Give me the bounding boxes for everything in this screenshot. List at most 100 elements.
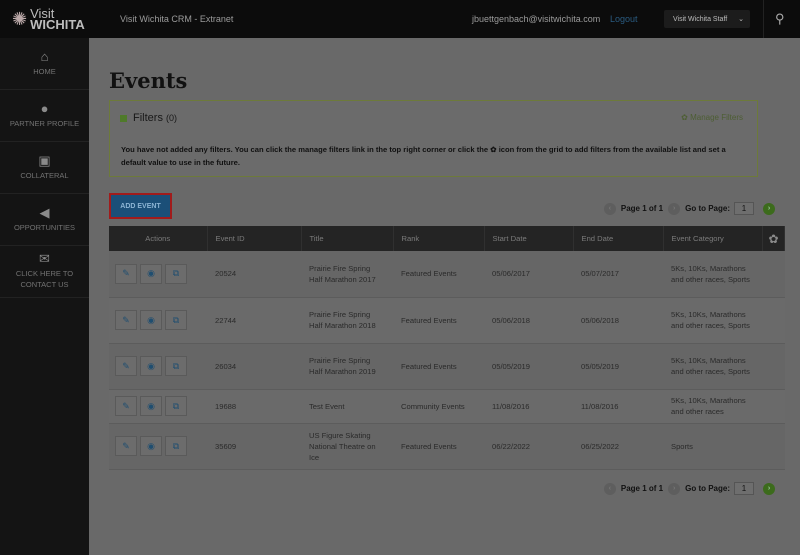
- copy-icon[interactable]: ⧉: [165, 396, 187, 416]
- view-icon[interactable]: ◉: [140, 436, 162, 456]
- col-rank[interactable]: Rank: [393, 226, 485, 251]
- prev-page-button[interactable]: ‹: [603, 482, 616, 495]
- event-category: 5Ks, 10Ks, Marathons and other races, Sp…: [663, 297, 785, 344]
- event-id: 22744: [207, 297, 301, 344]
- edit-icon[interactable]: ✎: [115, 396, 137, 416]
- goto-page-input[interactable]: 1: [734, 482, 754, 495]
- copy-icon[interactable]: ⧉: [165, 436, 187, 456]
- event-id: 20524: [207, 251, 301, 298]
- event-id: 26034: [207, 343, 301, 390]
- user-email: jbuettgenbach@visitwichita.com: [472, 14, 601, 24]
- zia-sun-icon: ✺: [12, 8, 28, 29]
- chevron-down-icon: ⌄: [738, 16, 744, 23]
- event-id: 19688: [207, 389, 301, 424]
- search-icon[interactable]: ⚲: [775, 11, 785, 27]
- event-category: 5Ks, 10Ks, Marathons and other races: [663, 389, 785, 424]
- view-icon[interactable]: ◉: [140, 263, 162, 284]
- go-button[interactable]: ›: [763, 202, 775, 215]
- edit-icon[interactable]: ✎: [115, 310, 137, 330]
- col-event-id[interactable]: Event ID: [207, 226, 302, 251]
- event-title: US Figure Skating National Theatre on Ic…: [301, 423, 393, 470]
- event-end-date: 11/08/2016: [573, 389, 663, 424]
- sidebar-item-label: OPPORTUNITIES: [13, 222, 76, 232]
- view-icon[interactable]: ◉: [140, 396, 162, 416]
- table-row: ✎ ◉ ⧉ 19688 Test Event Community Events 11…: [109, 389, 785, 424]
- role-select[interactable]: Visit Wichita Staff ⌄: [664, 10, 750, 28]
- table-row: ✎ ◉ ⧉ 35609 US Figure Skating National The…: [109, 423, 785, 470]
- event-id: 35609: [207, 423, 301, 470]
- copy-icon[interactable]: ⧉: [165, 310, 187, 330]
- sidebar-item-label: CLICK HERE TO CONTACT US: [15, 269, 74, 289]
- col-end-date[interactable]: End Date: [573, 226, 664, 251]
- gear-icon[interactable]: ✿: [762, 226, 785, 251]
- manage-filters-link[interactable]: ✿ Manage Filters: [681, 113, 743, 122]
- event-rank: Featured Events: [393, 423, 484, 470]
- table-row: ✎ ◉ ⧉ 26034 Prairie Fire Spring Half Marat…: [109, 343, 785, 390]
- event-end-date: 05/05/2019: [573, 343, 663, 390]
- role-select-value: Visit Wichita Staff: [673, 15, 728, 23]
- logo-bottom: WICHITA: [30, 17, 85, 32]
- sidebar-item-label: COLLATERAL: [20, 170, 69, 180]
- manage-filters-label: Manage Filters: [690, 113, 743, 122]
- table-header: Actions Event ID Title Rank Start Date E…: [109, 226, 785, 251]
- goto-label: Go to Page:: [685, 204, 730, 213]
- page-indicator: Page 1 of 1: [620, 204, 664, 213]
- app-title: Visit Wichita CRM - Extranet: [120, 14, 234, 24]
- page-title: Events: [109, 68, 188, 93]
- event-start-date: 05/05/2019: [484, 343, 573, 390]
- edit-icon[interactable]: ✎: [115, 263, 137, 284]
- col-start-date[interactable]: Start Date: [484, 226, 574, 251]
- megaphone-icon: ◀: [39, 204, 50, 220]
- sidebar-item-collateral[interactable]: ▣ COLLATERAL: [0, 142, 89, 194]
- filters-header[interactable]: Filters (0): [120, 112, 177, 124]
- sidebar-item-label: HOME: [33, 66, 56, 76]
- filters-count: (0): [166, 113, 178, 123]
- event-start-date: 05/06/2018: [484, 297, 573, 344]
- col-event-category[interactable]: Event Category: [663, 226, 763, 251]
- table-row: ✎ ◉ ⧉ 20524 Prairie Fire Spring Half Marat…: [109, 251, 785, 298]
- sidebar-item-home[interactable]: ⌂ HOME: [0, 38, 89, 90]
- event-rank: Featured Events: [393, 297, 484, 344]
- event-category: 5Ks, 10Ks, Marathons and other races, Sp…: [663, 343, 785, 390]
- copy-icon[interactable]: ⧉: [165, 356, 187, 376]
- col-title[interactable]: Title: [301, 226, 394, 251]
- gear-icon: ✿: [681, 113, 688, 122]
- logout-link[interactable]: Logout: [610, 14, 638, 24]
- prev-page-button[interactable]: ‹: [603, 202, 616, 215]
- next-page-button[interactable]: ›: [668, 482, 681, 495]
- filters-panel: Filters (0) ✿ Manage Filters You have no…: [109, 100, 758, 177]
- view-icon[interactable]: ◉: [140, 310, 162, 330]
- table-row: ✎ ◉ ⧉ 22744 Prairie Fire Spring Half Marat…: [109, 297, 785, 344]
- image-file-icon: ▣: [38, 152, 51, 168]
- copy-icon[interactable]: ⧉: [165, 263, 187, 284]
- home-icon: ⌂: [40, 48, 49, 64]
- edit-icon[interactable]: ✎: [115, 436, 137, 456]
- user-icon: ●: [40, 100, 49, 116]
- col-actions: Actions: [109, 226, 208, 251]
- go-button[interactable]: ›: [763, 482, 775, 495]
- sidebar-item-label: PARTNER PROFILE: [9, 118, 80, 128]
- sidebar-item-partner-profile[interactable]: ● PARTNER PROFILE: [0, 90, 89, 142]
- event-rank: Community Events: [393, 389, 484, 424]
- add-event-button[interactable]: ADD EVENT: [109, 193, 172, 219]
- logo[interactable]: ✺ Visit WICHITA: [0, 0, 110, 38]
- envelope-icon: ✉: [39, 251, 50, 266]
- sidebar: ⌂ HOME ● PARTNER PROFILE ▣ COLLATERAL ◀ OPPO…: [0, 38, 89, 555]
- edit-icon[interactable]: ✎: [115, 356, 137, 376]
- pager-top: ‹ Page 1 of 1 › Go to Page: 1 ›: [599, 202, 780, 215]
- expand-icon: [120, 114, 127, 122]
- goto-page-input[interactable]: 1: [734, 202, 754, 215]
- sidebar-item-contact-us[interactable]: ✉ CLICK HERE TO CONTACT US: [0, 246, 89, 298]
- filters-title: Filters: [133, 112, 163, 124]
- sidebar-item-opportunities[interactable]: ◀ OPPORTUNITIES: [0, 194, 89, 246]
- event-end-date: 06/25/2022: [573, 423, 663, 470]
- top-bar: ✺ Visit WICHITA Visit Wichita CRM - Extra…: [0, 0, 800, 38]
- event-category: Sports: [663, 423, 785, 470]
- next-page-button[interactable]: ›: [668, 202, 681, 215]
- events-table: Actions Event ID Title Rank Start Date E…: [109, 226, 785, 470]
- filters-message: You have not added any filters. You can …: [121, 145, 726, 167]
- view-icon[interactable]: ◉: [140, 356, 162, 376]
- main-content: Events Filters (0) ✿ Manage Filters You …: [89, 38, 800, 555]
- event-title: Test Event: [301, 389, 393, 424]
- pager-bottom: ‹ Page 1 of 1 › Go to Page: 1 ›: [599, 482, 780, 495]
